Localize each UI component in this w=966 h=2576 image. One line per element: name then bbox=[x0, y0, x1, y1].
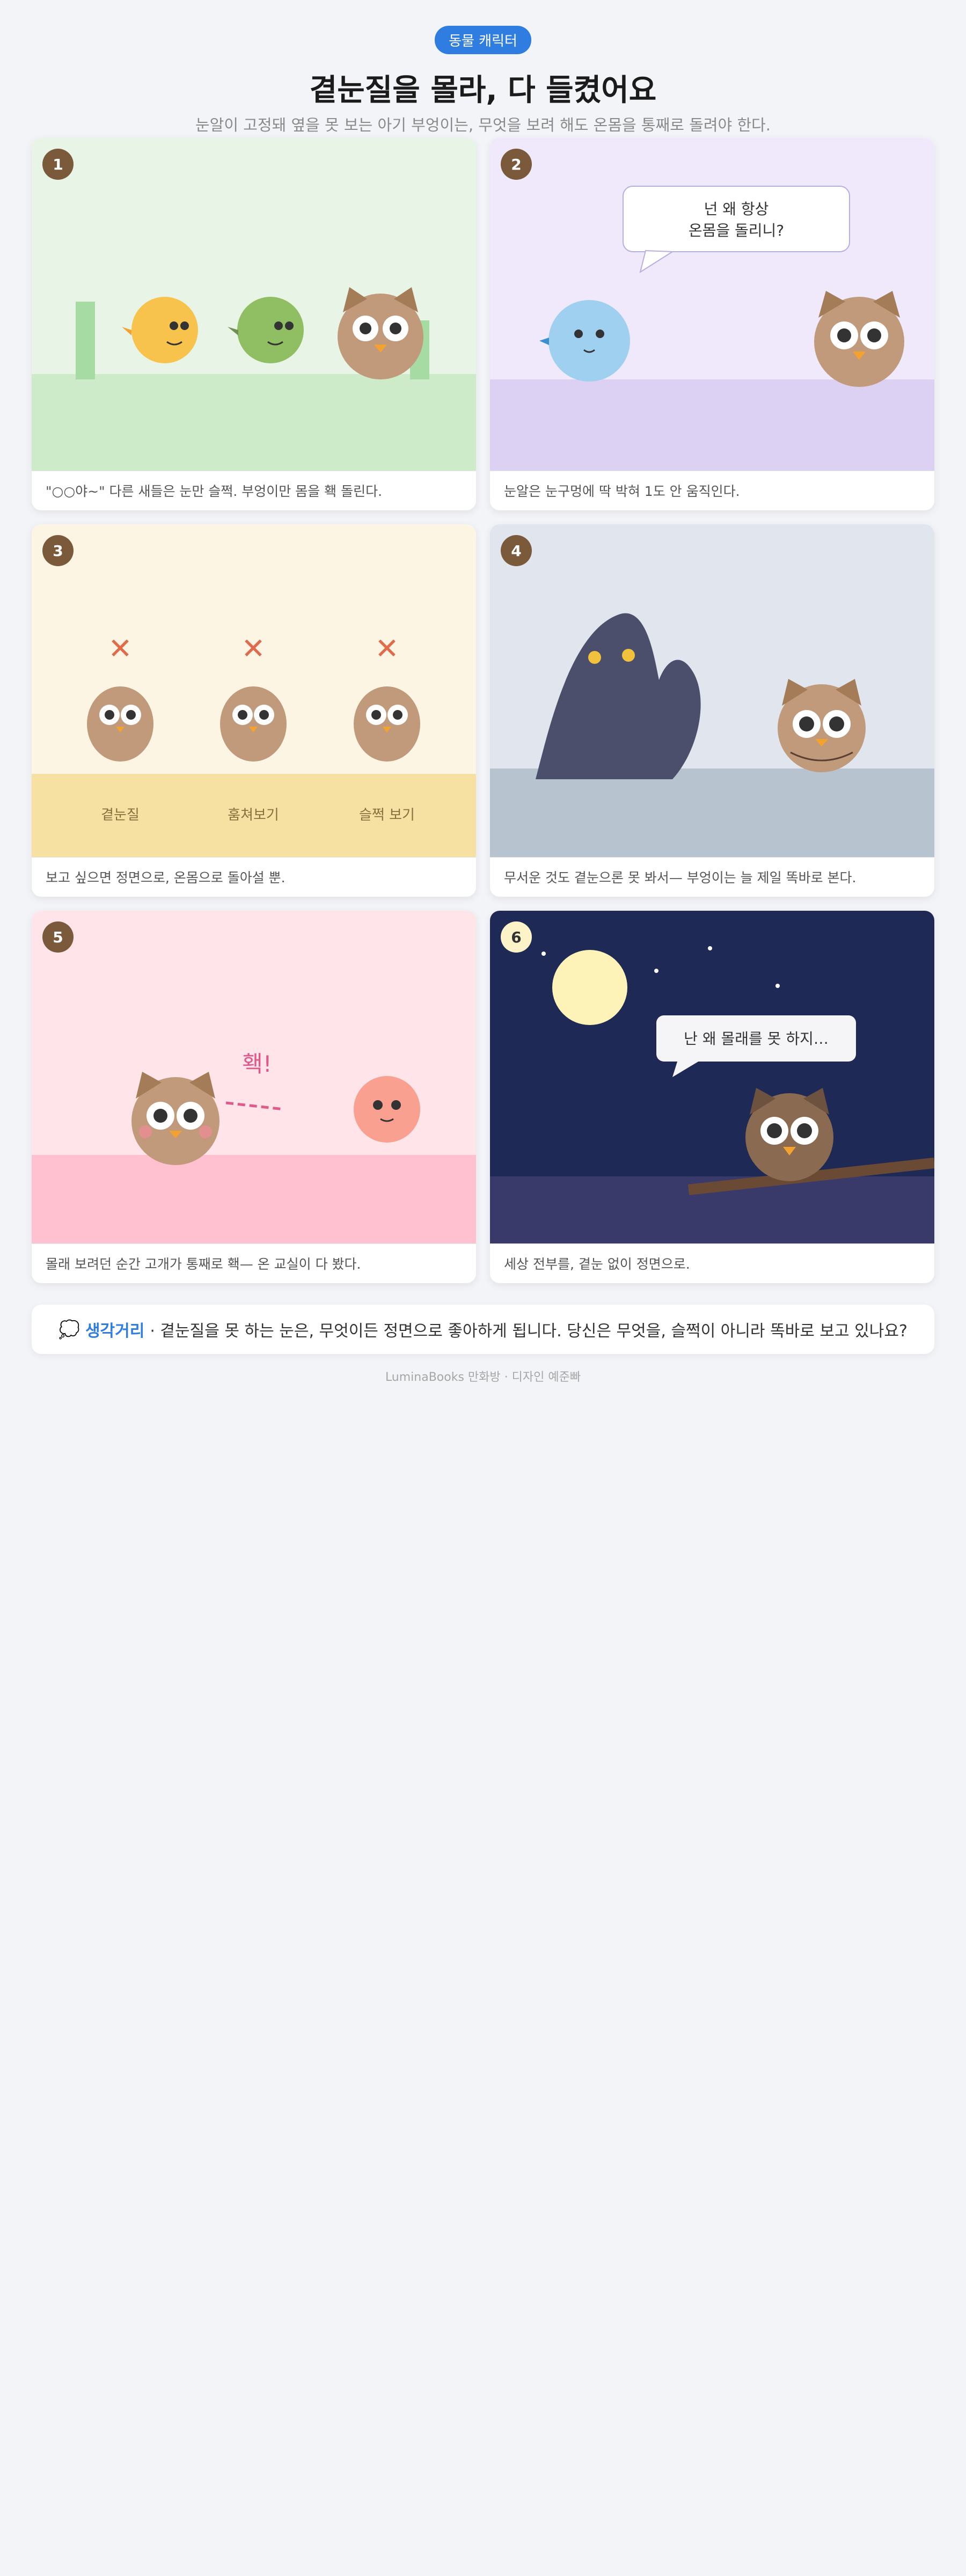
panel-1: 1 "○○야~" 다른 새들은 눈만 슬쩍. 부엉이만 몸을 홱 돌린다. bbox=[32, 138, 476, 510]
page-title: 곁눈질을 몰라, 다 들켰어요 bbox=[309, 73, 657, 108]
panel-2: 넌 왜 항상 온몸을 돌리니? 2 눈알은 눈구멍에 딱 박혀 1도 안 움직인… bbox=[490, 138, 934, 510]
moon-icon bbox=[552, 950, 627, 1025]
x-mark-icon: ✕ bbox=[241, 632, 265, 665]
panel-4: 4 무서운 것도 곁눈으론 못 봐서— 부엉이는 늘 제일 똑바로 본다. bbox=[490, 524, 934, 897]
panel-1-scene bbox=[32, 138, 476, 471]
page-subtitle: 눈알이 고정돼 옆을 못 보는 아기 부엉이는, 무엇을 보려 해도 온몸을 통… bbox=[195, 116, 771, 134]
category-badge[interactable]: 동물 캐릭터 bbox=[435, 26, 531, 54]
page-header: 동물 캐릭터 곁눈질을 몰라, 다 들켰어요 눈알이 고정돼 옆을 못 보는 아… bbox=[0, 0, 966, 135]
owl-icon bbox=[338, 287, 423, 379]
panel-number: 1 bbox=[42, 149, 74, 180]
panel-3: ✕ ✕ ✕ 곁눈질 훔쳐보기 슬쩍 보기 3 보고 싶으면 정면으로, 온몸으로… bbox=[32, 524, 476, 897]
panel-5-scene: 홱! bbox=[32, 911, 476, 1243]
panel-caption: 몰래 보려던 순간 고개가 통째로 홱— 온 교실이 다 봤다. bbox=[32, 1243, 476, 1283]
panel-number: 3 bbox=[42, 535, 74, 566]
panel-caption: 눈알은 눈구멍에 딱 박혀 1도 안 움직인다. bbox=[490, 471, 934, 510]
label-sideglance: 곁눈질 bbox=[101, 807, 140, 823]
x-mark-icon: ✕ bbox=[375, 632, 399, 665]
panel-caption: 보고 싶으면 정면으로, 온몸으로 돌아설 뿐. bbox=[32, 857, 476, 897]
owl-icon bbox=[131, 1072, 219, 1165]
owl-icon bbox=[778, 679, 866, 772]
speech-line-2: 온몸을 돌리니? bbox=[689, 222, 784, 239]
sfx-text: 홱! bbox=[242, 1051, 272, 1077]
speech-line-1: 넌 왜 항상 bbox=[704, 200, 769, 218]
credit-line: LuminaBooks 만화방 · 디자인 예준빠 bbox=[385, 1371, 581, 1384]
comic-grid: 1 "○○야~" 다른 새들은 눈만 슬쩍. 부엉이만 몸을 홱 돌린다. 넌 … bbox=[32, 138, 934, 1283]
label-peek: 훔쳐보기 bbox=[228, 807, 279, 823]
panel-number: 6 bbox=[501, 921, 532, 953]
panel-2-scene: 넌 왜 항상 온몸을 돌리니? bbox=[490, 138, 934, 471]
panel-5: 홱! 5 몰래 보려던 순간 고개가 통째로 홱— 온 교실이 다 봤다. bbox=[32, 911, 476, 1283]
thought-bubble-icon: 💭 bbox=[58, 1319, 80, 1340]
classmate-icon bbox=[354, 1076, 420, 1143]
panel-caption: "○○야~" 다른 새들은 눈만 슬쩍. 부엉이만 몸을 홱 돌린다. bbox=[32, 471, 476, 510]
panel-number: 5 bbox=[42, 921, 74, 953]
panel-6-scene: 난 왜 몰래를 못 하지… bbox=[490, 911, 934, 1243]
panel-number: 4 bbox=[501, 535, 532, 566]
panel-4-scene bbox=[490, 524, 934, 857]
x-mark-icon: ✕ bbox=[108, 632, 132, 665]
discussion-text: · 곁눈질을 못 하는 눈은, 무엇이든 정면으로 좋아하게 됩니다. 당신은 … bbox=[150, 1322, 908, 1341]
tree-post bbox=[76, 302, 95, 379]
owl-icon bbox=[814, 291, 904, 387]
owl-icon bbox=[745, 1088, 833, 1181]
panel-6: 난 왜 몰래를 못 하지… 6 세상 전부를, 곁눈 없이 정면으로. bbox=[490, 911, 934, 1283]
panel-caption: 무서운 것도 곁눈으론 못 봐서— 부엉이는 늘 제일 똑바로 본다. bbox=[490, 857, 934, 897]
panel-caption: 세상 전부를, 곁눈 없이 정면으로. bbox=[490, 1243, 934, 1283]
discussion-box: 💭 생각거리 · 곁눈질을 못 하는 눈은, 무엇이든 정면으로 좋아하게 됩니… bbox=[32, 1305, 934, 1354]
label-glance: 슬쩍 보기 bbox=[359, 807, 415, 823]
discussion-keyword: 생각거리 bbox=[85, 1322, 145, 1341]
panel-3-scene: ✕ ✕ ✕ 곁눈질 훔쳐보기 슬쩍 보기 bbox=[32, 524, 476, 857]
speech-text: 난 왜 몰래를 못 하지… bbox=[684, 1030, 829, 1048]
panel-number: 2 bbox=[501, 149, 532, 180]
